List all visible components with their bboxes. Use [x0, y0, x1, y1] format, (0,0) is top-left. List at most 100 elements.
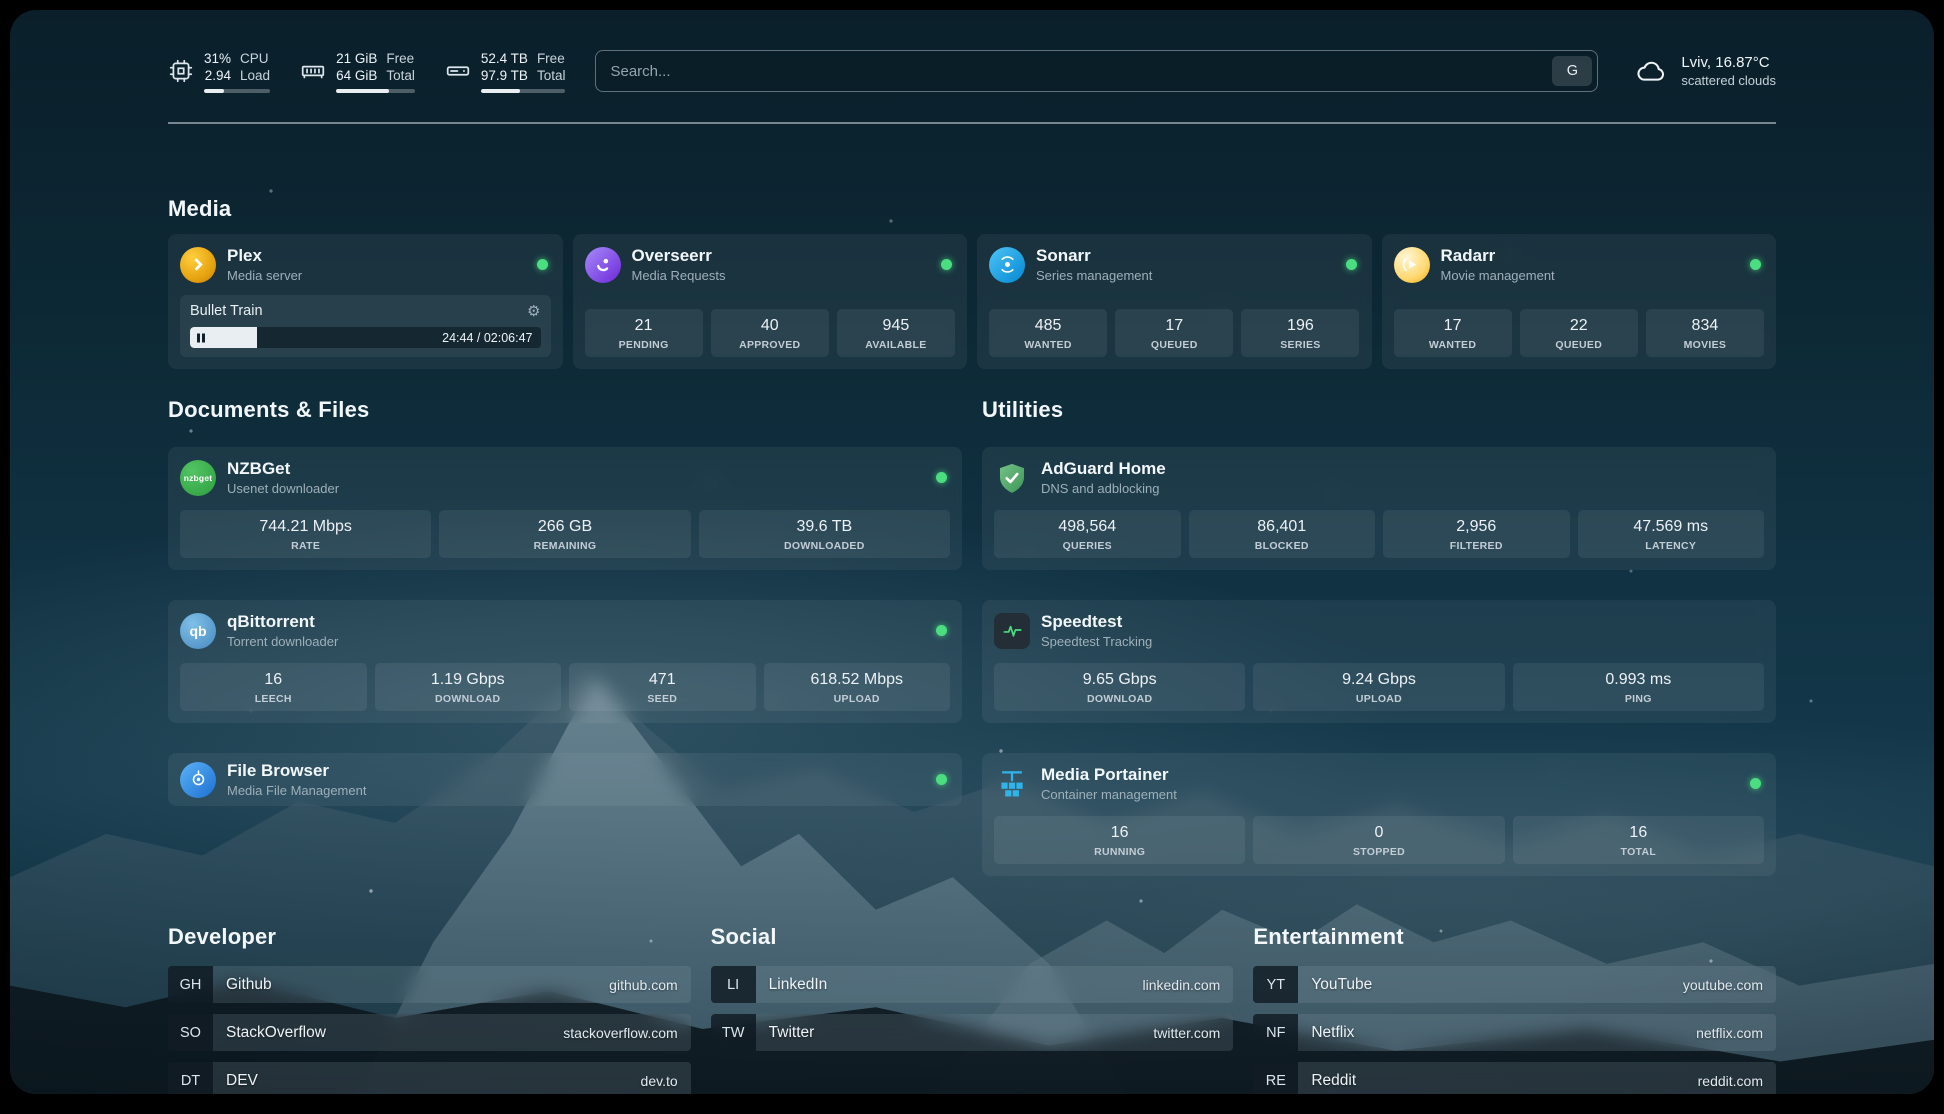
service-card-speedtest[interactable]: Speedtest Speedtest Tracking 9.65 GbpsDO…	[982, 600, 1776, 723]
bookmark-name: YouTube	[1311, 976, 1683, 994]
stat-label: QUERIES	[998, 540, 1177, 552]
stat-upload: 618.52 MbpsUPLOAD	[764, 663, 951, 711]
stat-label: LATENCY	[1582, 540, 1761, 552]
memory-total: 64 GiB	[336, 67, 377, 84]
media-section: Media Plex Media server Bullet Train	[168, 196, 1776, 369]
radarr-icon	[1394, 247, 1430, 283]
cpu-progress-bar	[204, 89, 270, 93]
stat-stopped: 0STOPPED	[1253, 816, 1504, 864]
bookmark-name: Twitter	[769, 1024, 1154, 1042]
status-dot	[1750, 778, 1761, 789]
card-header: AdGuard Home DNS and adblocking	[994, 459, 1764, 496]
stat-movies: 834MOVIES	[1646, 309, 1764, 357]
stat-label: TOTAL	[1517, 846, 1760, 858]
bookmark-dev[interactable]: DT DEV dev.to	[168, 1062, 691, 1094]
stat-seed: 471SEED	[569, 663, 756, 711]
bookmarks-sections: Developer GH Github github.com SO StackO…	[168, 924, 1776, 1094]
service-subtitle: DNS and adblocking	[1041, 481, 1764, 496]
service-card-nzbget[interactable]: nzbget NZBGet Usenet downloader 744.21 M…	[168, 447, 962, 570]
stat-value: 21	[589, 316, 699, 336]
stat-value: 0	[1257, 823, 1500, 843]
status-dot	[537, 259, 548, 270]
service-card-overseerr[interactable]: Overseerr Media Requests 21PENDING 40 APP…	[573, 234, 968, 369]
section-title-utilities: Utilities	[982, 397, 1776, 423]
stat-queries: 498,564 QUERIES	[994, 510, 1181, 558]
search-input[interactable]	[610, 63, 1552, 80]
stats-row: 17WANTED 22QUEUED 834MOVIES	[1394, 309, 1765, 357]
card-header: Sonarr Series management	[989, 246, 1360, 283]
stat-ping: 0.993 msPING	[1513, 663, 1764, 711]
service-card-plex[interactable]: Plex Media server Bullet Train ⚙	[168, 234, 563, 369]
stat-remaining: 266 GBREMAINING	[439, 510, 690, 558]
stat-value: 196	[1245, 316, 1355, 336]
stat-label: DOWNLOAD	[998, 693, 1241, 705]
stat-label: DOWNLOAD	[379, 693, 558, 705]
stat-label: RATE	[184, 540, 427, 552]
service-card-adguard[interactable]: AdGuard Home DNS and adblocking 498,564 Q…	[982, 447, 1776, 570]
card-header: Overseerr Media Requests	[585, 246, 956, 283]
service-subtitle: Movie management	[1441, 268, 1740, 283]
stat-value: 485	[993, 316, 1103, 336]
stat-label: UPLOAD	[768, 693, 947, 705]
bookmark-netflix[interactable]: NF Netflix netflix.com	[1253, 1014, 1776, 1051]
stat-label: APPROVED	[715, 339, 825, 351]
dashboard-content: 31% CPU 2.94 Load	[168, 10, 1776, 1094]
service-name: NZBGet	[227, 459, 925, 479]
stat-value: 1.19 Gbps	[379, 670, 558, 690]
stat-value: 266 GB	[443, 517, 686, 537]
service-card-filebrowser[interactable]: File Browser Media File Management	[168, 753, 962, 806]
stat-total: 16TOTAL	[1513, 816, 1764, 864]
card-header: File Browser Media File Management	[180, 761, 950, 798]
social-section: Social LI LinkedIn linkedin.com TW Twitt…	[711, 924, 1234, 1094]
playback-time: 24:44 / 02:06:47	[442, 331, 532, 345]
stat-download: 1.19 Gbps DOWNLOAD	[375, 663, 562, 711]
bookmark-linkedin[interactable]: LI LinkedIn linkedin.com	[711, 966, 1234, 1003]
search-bar[interactable]: G	[595, 50, 1598, 92]
bookmark-stackoverflow[interactable]: SO StackOverflow stackoverflow.com	[168, 1014, 691, 1051]
stat-pending: 21PENDING	[585, 309, 703, 357]
service-subtitle: Series management	[1036, 268, 1335, 283]
service-name: AdGuard Home	[1041, 459, 1764, 479]
stat-value: 22	[1524, 316, 1634, 336]
bookmark-youtube[interactable]: YT YouTube youtube.com	[1253, 966, 1776, 1003]
gear-icon[interactable]: ⚙	[527, 304, 540, 319]
card-header: Plex Media server	[180, 246, 551, 283]
service-name: qBittorrent	[227, 612, 925, 632]
bookmark-github[interactable]: GH Github github.com	[168, 966, 691, 1003]
stat-label: WANTED	[1398, 339, 1508, 351]
service-name: File Browser	[227, 761, 925, 781]
service-card-qbittorrent[interactable]: qb qBittorrent Torrent downloader 16LEEC…	[168, 600, 962, 723]
stats-row: 485WANTED 17QUEUED 196SERIES	[989, 309, 1360, 357]
stat-value: 9.65 Gbps	[998, 670, 1241, 690]
service-card-radarr[interactable]: Radarr Movie management 17WANTED 22QUEUE…	[1382, 234, 1777, 369]
utilities-section: Utilities AdGuard Home DNS and adblockin…	[982, 397, 1776, 876]
stat-value: 16	[184, 670, 363, 690]
bookmark-name: Reddit	[1311, 1072, 1697, 1090]
weather-widget[interactable]: Lviv, 16.87°C scattered clouds	[1632, 54, 1776, 88]
stat-value: 40	[715, 316, 825, 336]
stat-queued: 17QUEUED	[1115, 309, 1233, 357]
service-name: Sonarr	[1036, 246, 1335, 266]
stats-row: 9.65 GbpsDOWNLOAD 9.24 GbpsUPLOAD 0.993 …	[994, 663, 1764, 711]
bookmark-abbr: GH	[168, 966, 213, 1003]
stat-running: 16RUNNING	[994, 816, 1245, 864]
service-subtitle: Media File Management	[227, 783, 925, 798]
bookmark-twitter[interactable]: TW Twitter twitter.com	[711, 1014, 1234, 1051]
service-name: Media Portainer	[1041, 765, 1739, 785]
stats-row: 498,564QUERIES 86,401BLOCKED 2,956FILTER…	[994, 510, 1764, 558]
media-grid: Plex Media server Bullet Train ⚙	[168, 234, 1776, 369]
bookmark-reddit[interactable]: RE Reddit reddit.com	[1253, 1062, 1776, 1094]
service-name: Radarr	[1441, 246, 1740, 266]
bookmark-abbr: LI	[711, 966, 756, 1003]
stat-value: 47.569 ms	[1582, 517, 1761, 537]
stat-label: BLOCKED	[1193, 540, 1372, 552]
search-provider-button[interactable]: G	[1552, 56, 1592, 86]
stat-value: 498,564	[998, 517, 1177, 537]
status-dot	[941, 259, 952, 270]
nzbget-icon: nzbget	[180, 460, 216, 496]
stat-label: UPLOAD	[1257, 693, 1500, 705]
service-card-portainer[interactable]: Media Portainer Container management 16R…	[982, 753, 1776, 876]
bookmark-domain: linkedin.com	[1143, 977, 1221, 993]
service-card-sonarr[interactable]: Sonarr Series management 485WANTED 17QUE…	[977, 234, 1372, 369]
developer-section: Developer GH Github github.com SO StackO…	[168, 924, 691, 1094]
